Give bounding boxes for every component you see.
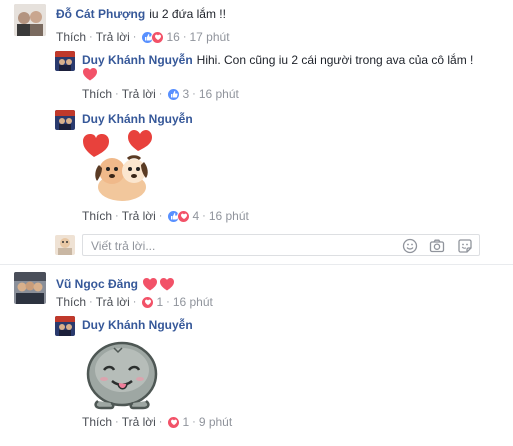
timestamp[interactable]: 17 phút bbox=[189, 30, 229, 44]
avatar-do-cat-phuong[interactable] bbox=[14, 4, 46, 36]
separator: · bbox=[158, 416, 163, 428]
reaction-summary[interactable] bbox=[167, 209, 191, 223]
avatar-current-user bbox=[55, 235, 75, 255]
like-button[interactable]: Thích bbox=[56, 30, 86, 44]
avatar-vu-ngoc-dang[interactable] bbox=[14, 272, 46, 304]
timestamp[interactable]: 16 phút bbox=[173, 295, 213, 309]
separator: · bbox=[202, 210, 206, 222]
reaction-count[interactable]: 1 bbox=[182, 415, 189, 429]
like-reaction-icon bbox=[167, 87, 181, 101]
emoji-icon[interactable] bbox=[402, 238, 418, 254]
heart-emoji-icon bbox=[82, 67, 98, 81]
dogs-with-hearts-sticker bbox=[82, 127, 160, 205]
camera-icon[interactable] bbox=[429, 238, 445, 254]
reaction-summary[interactable] bbox=[167, 415, 181, 429]
separator: · bbox=[115, 210, 119, 222]
comment-author[interactable]: Đỗ Cát Phượng bbox=[56, 7, 145, 21]
like-button[interactable]: Thích bbox=[82, 415, 112, 429]
reaction-summary[interactable] bbox=[141, 295, 155, 309]
comment-author[interactable]: Duy Khánh Nguyễn bbox=[82, 318, 193, 332]
avatar-duy-khanh-nguyen[interactable] bbox=[55, 316, 75, 336]
separator: · bbox=[115, 88, 119, 100]
separator: · bbox=[166, 296, 170, 308]
separator: · bbox=[132, 31, 137, 43]
sticker-icon[interactable] bbox=[457, 238, 473, 254]
separator: · bbox=[132, 296, 137, 308]
separator: · bbox=[89, 31, 93, 43]
separator: · bbox=[158, 88, 163, 100]
love-reaction-icon bbox=[167, 415, 181, 429]
like-button[interactable]: Thích bbox=[56, 295, 86, 309]
reaction-count[interactable]: 3 bbox=[182, 87, 189, 101]
reply-button[interactable]: Trả lời bbox=[96, 30, 130, 44]
avatar-duy-khanh-nguyen[interactable] bbox=[55, 51, 75, 71]
avatar-duy-khanh-nguyen[interactable] bbox=[55, 110, 75, 130]
timestamp[interactable]: 16 phút bbox=[199, 87, 239, 101]
comment-author[interactable]: Vũ Ngọc Đăng bbox=[56, 277, 138, 291]
like-button[interactable]: Thích bbox=[82, 87, 112, 101]
comment-text: Hihi. Con cũng iu 2 cái người trong ava … bbox=[196, 53, 474, 67]
grey-blob-tongue-sticker bbox=[82, 334, 162, 410]
heart-emoji-icon bbox=[159, 277, 175, 291]
separator: · bbox=[192, 88, 196, 100]
comment-author[interactable]: Duy Khánh Nguyễn bbox=[82, 112, 193, 126]
separator: · bbox=[89, 296, 93, 308]
separator: · bbox=[158, 210, 163, 222]
reply-button[interactable]: Trả lời bbox=[96, 295, 130, 309]
reaction-count[interactable]: 16 bbox=[166, 30, 179, 44]
reply-button[interactable]: Trả lời bbox=[122, 209, 156, 223]
separator: · bbox=[192, 416, 196, 428]
reply-input[interactable] bbox=[89, 238, 393, 254]
reply-button[interactable]: Trả lời bbox=[122, 415, 156, 429]
like-button[interactable]: Thích bbox=[82, 209, 112, 223]
timestamp[interactable]: 16 phút bbox=[209, 209, 249, 223]
timestamp[interactable]: 9 phút bbox=[199, 415, 232, 429]
comment-text: iu 2 đứa lắm !! bbox=[149, 7, 226, 21]
love-reaction-icon bbox=[141, 295, 155, 309]
reply-composer bbox=[82, 234, 480, 256]
reaction-count[interactable]: 1 bbox=[156, 295, 163, 309]
reaction-summary[interactable] bbox=[141, 30, 165, 44]
reaction-summary[interactable] bbox=[167, 87, 181, 101]
comment-author[interactable]: Duy Khánh Nguyễn bbox=[82, 53, 193, 67]
reaction-count[interactable]: 4 bbox=[192, 209, 199, 223]
heart-emoji-icon bbox=[142, 277, 158, 291]
haha-reaction-icon bbox=[151, 30, 165, 44]
reply-button[interactable]: Trả lời bbox=[122, 87, 156, 101]
comment-divider bbox=[0, 264, 513, 265]
love-reaction-icon bbox=[177, 209, 191, 223]
separator: · bbox=[115, 416, 119, 428]
separator: · bbox=[182, 31, 187, 43]
